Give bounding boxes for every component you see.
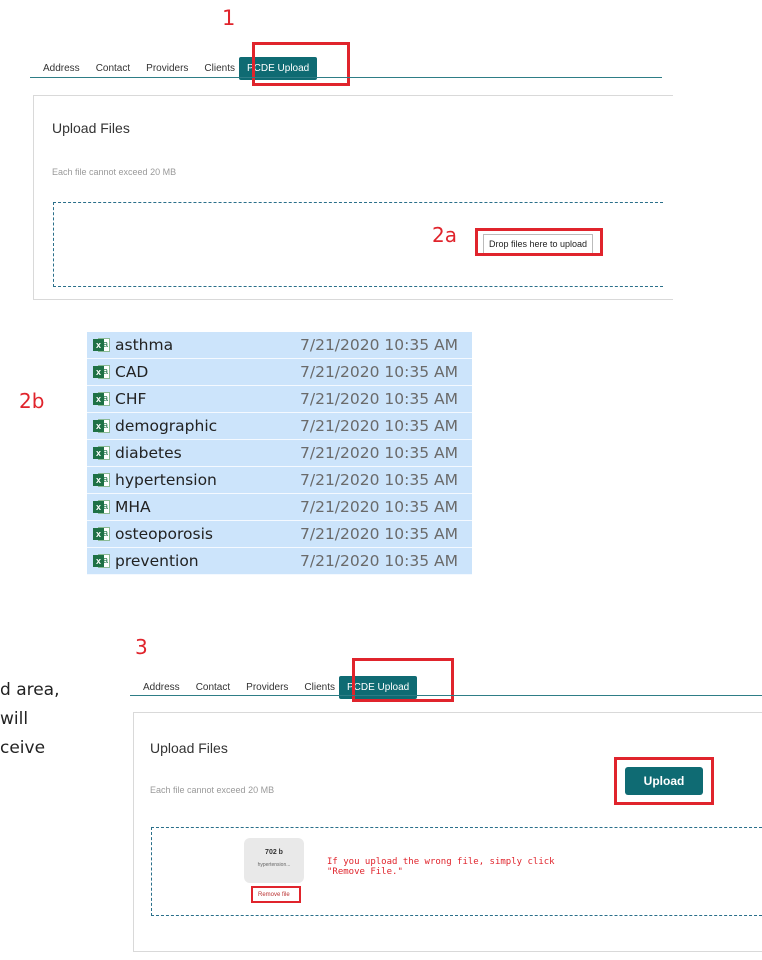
hint-text-line-2: "Remove File." <box>327 867 403 877</box>
highlight-box-upload <box>614 757 714 805</box>
highlight-box-tab <box>252 42 350 86</box>
file-date: 7/21/2020 10:35 AM <box>300 444 458 462</box>
step-2a-label: 2a <box>432 223 457 247</box>
file-name: CAD <box>115 363 149 381</box>
excel-file-icon: ax <box>93 364 110 380</box>
tab-contact[interactable]: Contact <box>196 682 230 693</box>
tab-providers[interactable]: Providers <box>246 682 288 693</box>
panel-title: Upload Files <box>52 120 130 136</box>
file-row-demographic[interactable]: ax demographic 7/21/2020 10:35 AM <box>87 413 472 440</box>
file-preview-size: 702 b <box>265 849 283 856</box>
file-row-mha[interactable]: ax MHA 7/21/2020 10:35 AM <box>87 494 472 521</box>
tab-address[interactable]: Address <box>43 63 80 74</box>
excel-file-icon: ax <box>93 391 110 407</box>
file-row-osteoporosis[interactable]: ax osteoporosis 7/21/2020 10:35 AM <box>87 521 472 548</box>
panel-subtitle: Each file cannot exceed 20 MB <box>52 167 177 177</box>
file-list: ax asthma 7/21/2020 10:35 AM ax CAD 7/21… <box>87 332 472 575</box>
tab-clients[interactable]: Clients <box>204 63 235 74</box>
excel-file-icon: ax <box>93 553 110 569</box>
highlight-box-remove <box>251 886 301 903</box>
tab-clients[interactable]: Clients <box>304 682 335 693</box>
file-date: 7/21/2020 10:35 AM <box>300 552 458 570</box>
step-3-label: 3 <box>135 635 148 659</box>
file-name: hypertension <box>115 471 217 489</box>
file-preview: 702 b hypertension... <box>244 838 304 883</box>
file-row-chf[interactable]: ax CHF 7/21/2020 10:35 AM <box>87 386 472 413</box>
highlight-box-drop <box>475 228 603 256</box>
excel-file-icon: ax <box>93 445 110 461</box>
panel-subtitle: Each file cannot exceed 20 MB <box>150 785 275 795</box>
file-preview-name: hypertension... <box>257 862 291 868</box>
excel-file-icon: ax <box>93 499 110 515</box>
drop-zone[interactable] <box>151 827 762 916</box>
step-2b-label: 2b <box>19 389 45 413</box>
file-row-cad[interactable]: ax CAD 7/21/2020 10:35 AM <box>87 359 472 386</box>
file-date: 7/21/2020 10:35 AM <box>300 471 458 489</box>
panel-title: Upload Files <box>150 740 228 756</box>
file-date: 7/21/2020 10:35 AM <box>300 363 458 381</box>
file-row-diabetes[interactable]: ax diabetes 7/21/2020 10:35 AM <box>87 440 472 467</box>
step-1-label: 1 <box>222 6 236 30</box>
file-name: prevention <box>115 552 199 570</box>
tab-address[interactable]: Address <box>143 682 180 693</box>
file-date: 7/21/2020 10:35 AM <box>300 498 458 516</box>
file-date: 7/21/2020 10:35 AM <box>300 336 458 354</box>
file-row-hypertension[interactable]: ax hypertension 7/21/2020 10:35 AM <box>87 467 472 494</box>
side-text-line-1: d area, <box>0 680 60 700</box>
file-name: MHA <box>115 498 151 516</box>
excel-file-icon: ax <box>93 472 110 488</box>
side-text-line-2: will <box>0 709 29 729</box>
tab-contact[interactable]: Contact <box>96 63 130 74</box>
file-name: diabetes <box>115 444 182 462</box>
excel-file-icon: ax <box>93 337 110 353</box>
hint-text-line-1: If you upload the wrong file, simply cli… <box>327 857 555 867</box>
side-text-line-3: ceive <box>0 738 46 758</box>
tab-underline <box>30 77 662 78</box>
file-name: CHF <box>115 390 147 408</box>
tab-underline <box>130 695 762 696</box>
excel-file-icon: ax <box>93 526 110 542</box>
file-name: osteoporosis <box>115 525 213 543</box>
file-name: demographic <box>115 417 218 435</box>
tab-providers[interactable]: Providers <box>146 63 188 74</box>
file-date: 7/21/2020 10:35 AM <box>300 525 458 543</box>
file-row-asthma[interactable]: ax asthma 7/21/2020 10:35 AM <box>87 332 472 359</box>
file-date: 7/21/2020 10:35 AM <box>300 417 458 435</box>
excel-file-icon: ax <box>93 418 110 434</box>
file-date: 7/21/2020 10:35 AM <box>300 390 458 408</box>
file-row-prevention[interactable]: ax prevention 7/21/2020 10:35 AM <box>87 548 472 575</box>
file-name: asthma <box>115 336 174 354</box>
